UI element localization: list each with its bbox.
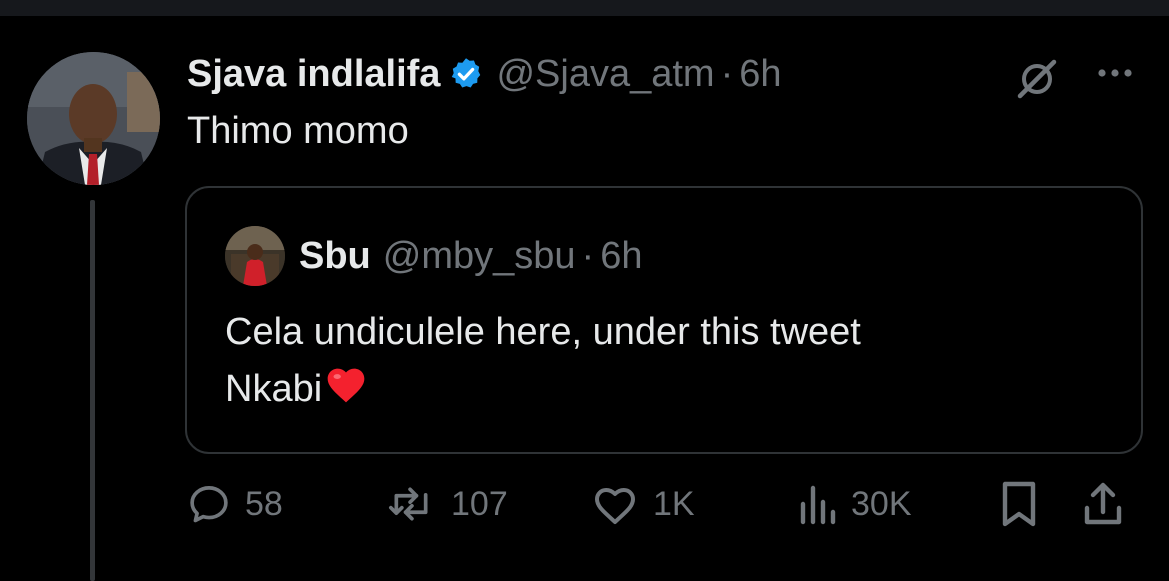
quoted-tweet-line-2: Nkabi <box>225 361 861 418</box>
repost-icon <box>385 482 437 526</box>
repost-count: 107 <box>451 484 508 523</box>
tweet-actions: 58 107 1K 30K <box>185 478 1145 530</box>
separator-dot: · <box>720 52 734 95</box>
more-options-icon[interactable] <box>1090 55 1140 91</box>
like-button[interactable]: 1K <box>591 478 695 530</box>
quoted-tweet-line-1: Cela undiculele here, under this tweet <box>225 311 861 353</box>
views-button[interactable]: 30K <box>797 478 912 530</box>
repost-button[interactable]: 107 <box>385 478 508 530</box>
author-avatar-image <box>27 52 160 185</box>
reply-icon <box>187 482 231 526</box>
reply-button[interactable]: 58 <box>187 478 283 530</box>
quoted-tweet-time[interactable]: 6h <box>600 235 642 278</box>
like-count: 1K <box>653 484 695 523</box>
quoted-tweet-line-2-text: Nkabi <box>225 368 323 410</box>
heart-icon <box>591 482 639 526</box>
bookmark-icon <box>999 480 1039 528</box>
reply-count: 58 <box>245 484 283 523</box>
quoted-author-name[interactable]: Sbu <box>299 235 371 278</box>
quoted-author-handle[interactable]: @mby_sbu <box>383 235 576 278</box>
verified-badge-icon[interactable] <box>448 56 484 92</box>
bookmark-button[interactable] <box>999 478 1039 530</box>
quoted-author-avatar[interactable] <box>225 226 285 286</box>
author-name[interactable]: Sjava indlalifa <box>187 53 440 96</box>
quoted-tweet-card[interactable]: Sbu @mby_sbu · 6h Cela undiculele here, … <box>185 186 1143 454</box>
tweet-header: Sjava indlalifa @Sjava_atm · 6h <box>187 50 782 98</box>
quoted-tweet-text: Cela undiculele here, under this tweet N… <box>225 304 861 418</box>
views-count: 30K <box>851 484 912 523</box>
author-handle[interactable]: @Sjava_atm <box>496 53 714 96</box>
quoted-separator-dot: · <box>581 234 595 277</box>
tweet-text: Thimo momo <box>187 110 409 152</box>
grok-icon[interactable] <box>1012 55 1062 99</box>
share-icon <box>1081 480 1125 528</box>
top-strip <box>0 0 1169 16</box>
quoted-author-avatar-image <box>225 226 285 286</box>
author-avatar[interactable] <box>27 52 160 185</box>
red-heart-emoji <box>324 363 368 407</box>
share-button[interactable] <box>1081 478 1125 530</box>
tweet-time[interactable]: 6h <box>739 53 781 96</box>
thread-line <box>90 200 95 581</box>
views-icon <box>797 482 837 526</box>
quoted-tweet-header: Sbu @mby_sbu · 6h <box>299 232 642 280</box>
